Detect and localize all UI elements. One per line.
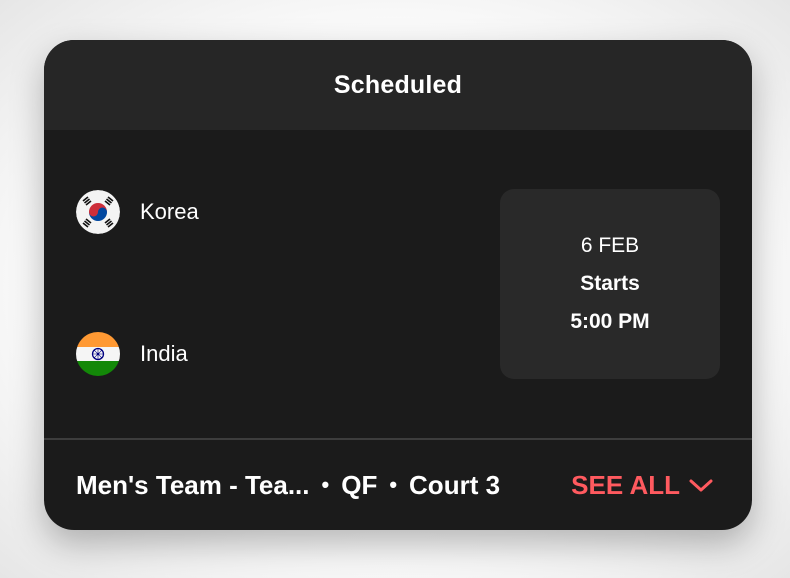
event-name: Men's Team - Tea... bbox=[76, 469, 310, 500]
chevron-down-icon bbox=[688, 470, 714, 501]
match-date: 6 FEB bbox=[580, 234, 640, 257]
match-time: 5:00 PM bbox=[570, 310, 650, 333]
round-label: QF bbox=[341, 469, 378, 500]
match-body: Korea India 6 FEB Starts 5:00 PM bbox=[44, 130, 752, 438]
team-name: India bbox=[140, 341, 188, 366]
match-time-box: 6 FEB Starts 5:00 PM bbox=[500, 189, 720, 379]
team-row-india: India bbox=[76, 332, 188, 376]
team-row-korea: Korea bbox=[76, 190, 199, 234]
card-footer: Men's Team - Tea... • QF • Court 3 SEE A… bbox=[44, 440, 752, 530]
see-all-label: SEE ALL bbox=[571, 469, 680, 500]
match-card: Scheduled Korea India 6 FEB Starts 5:00 … bbox=[44, 40, 752, 530]
meta-separator: • bbox=[389, 472, 398, 497]
status-title: Scheduled bbox=[333, 70, 463, 99]
meta-separator: • bbox=[321, 472, 330, 497]
team-name: Korea bbox=[140, 199, 199, 224]
match-meta: Men's Team - Tea... • QF • Court 3 bbox=[76, 470, 500, 501]
see-all-button[interactable]: SEE ALL bbox=[571, 440, 714, 530]
korea-flag-icon bbox=[76, 190, 120, 234]
starts-label: Starts bbox=[580, 272, 640, 295]
india-flag-icon bbox=[76, 332, 120, 376]
court-label: Court 3 bbox=[409, 469, 501, 500]
card-header: Scheduled bbox=[44, 40, 752, 130]
